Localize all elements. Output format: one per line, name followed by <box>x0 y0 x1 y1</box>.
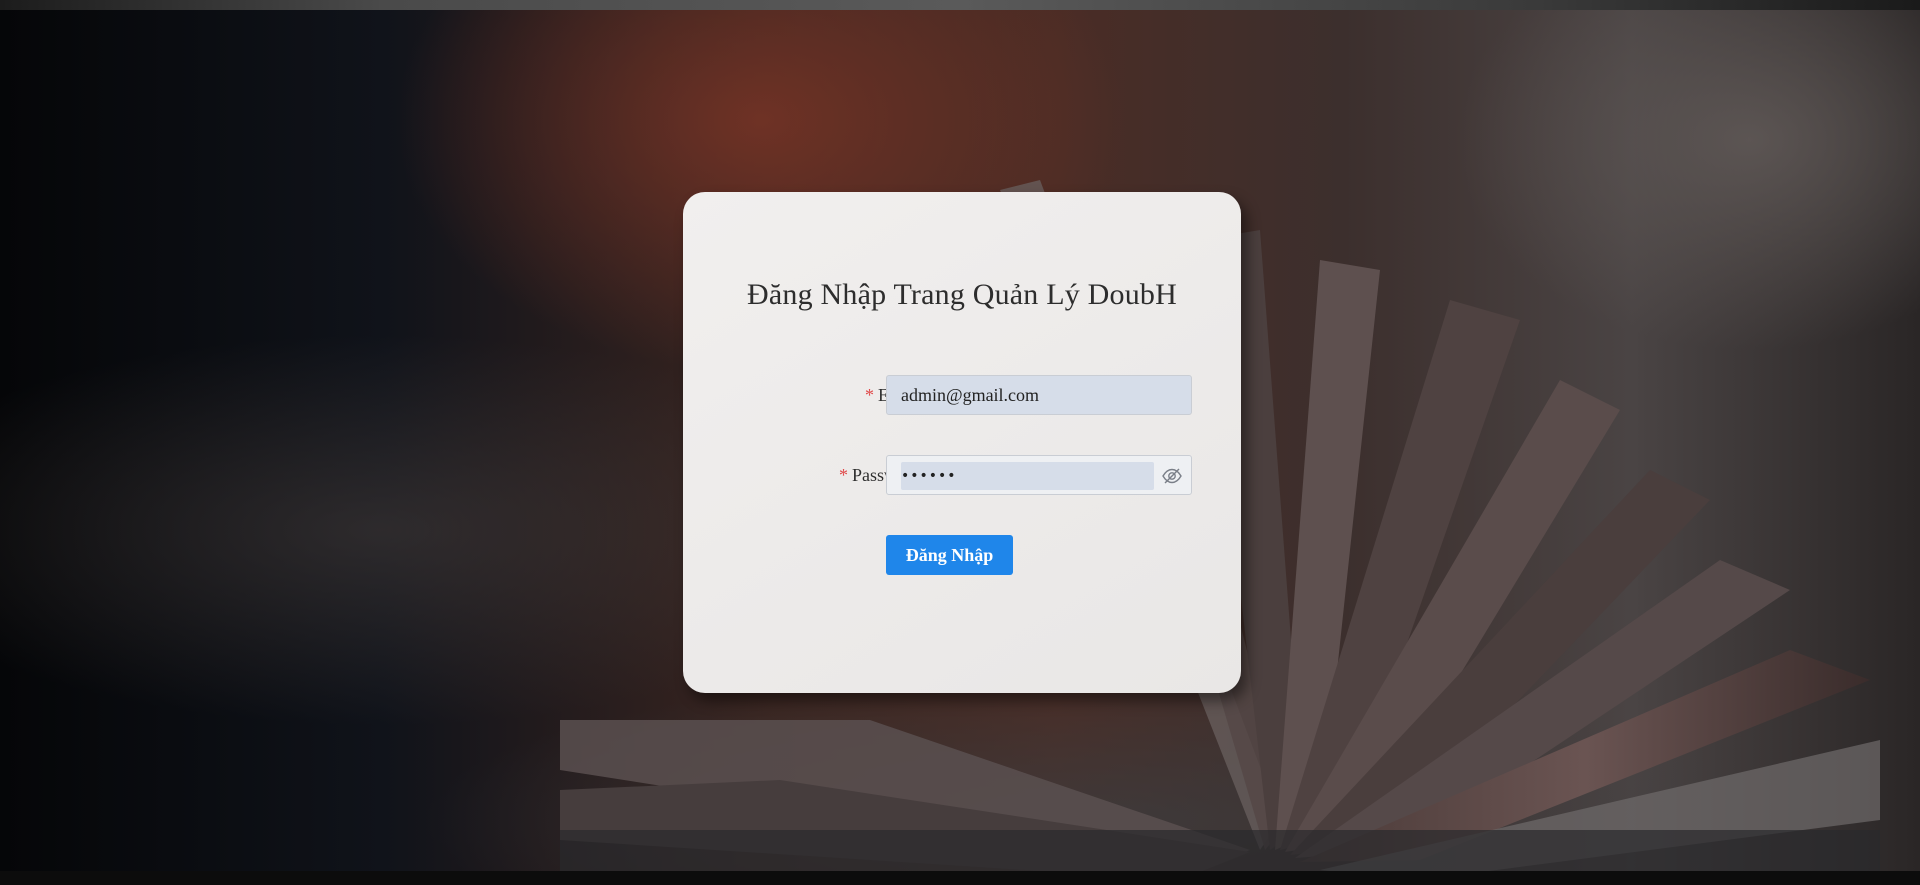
login-button[interactable]: Đăng Nhập <box>886 535 1013 575</box>
top-edge-strip <box>0 0 1920 10</box>
required-marker: * <box>864 385 874 405</box>
bottom-edge-strip <box>0 871 1920 885</box>
password-input-wrapper <box>901 462 1154 490</box>
login-card: Đăng Nhập Trang Quản Lý DoubH *Email: *P… <box>683 192 1241 693</box>
password-form-row: *Password: <box>683 455 1241 495</box>
page-title: Đăng Nhập Trang Quản Lý DoubH <box>747 278 1177 311</box>
email-form-row: *Email: <box>683 375 1241 415</box>
email-field[interactable] <box>887 376 1191 414</box>
password-field[interactable] <box>901 462 1154 490</box>
email-field-box <box>886 375 1192 415</box>
eye-slash-icon[interactable] <box>1161 465 1183 487</box>
password-field-box <box>886 455 1192 495</box>
required-marker: * <box>838 465 848 485</box>
